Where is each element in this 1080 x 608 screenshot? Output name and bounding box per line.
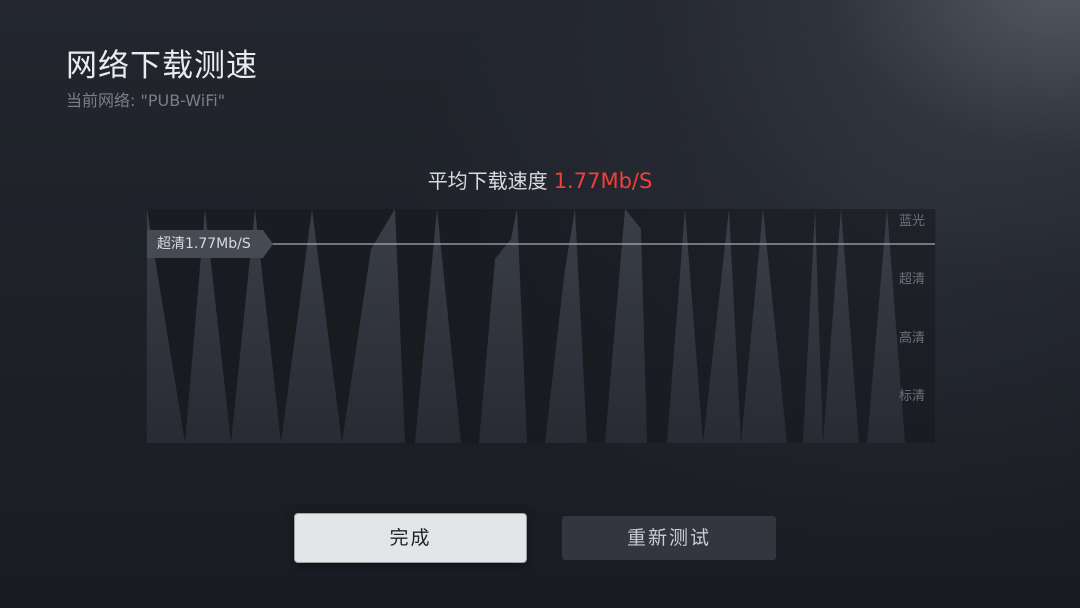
average-speed: 平均下载速度 1.77Mb/S <box>0 166 1080 196</box>
retest-button[interactable]: 重新测试 <box>562 516 776 560</box>
done-button[interactable]: 完成 <box>295 514 526 562</box>
quality-label-bluray: 蓝光 <box>898 214 925 229</box>
average-speed-value: 1.77Mb/S <box>553 169 653 193</box>
current-network-name: "PUB-WiFi" <box>140 91 226 110</box>
current-network-label: 当前网络: <box>66 91 141 110</box>
quality-label-sd: 标清 <box>898 389 925 404</box>
quality-label-hd: 高清 <box>898 331 925 346</box>
current-network: 当前网络: "PUB-WiFi" <box>66 90 258 112</box>
quality-label-super-hd: 超清 <box>898 272 925 287</box>
page-title: 网络下载测速 <box>66 48 258 84</box>
average-speed-label: 平均下载速度 <box>427 169 548 193</box>
speed-chart: 蓝光 超清 高清 标清 超清1.77Mb/S <box>146 209 936 443</box>
threshold-tag: 超清1.77Mb/S <box>147 230 273 258</box>
page-header: 网络下载测速 当前网络: "PUB-WiFi" <box>66 46 258 112</box>
